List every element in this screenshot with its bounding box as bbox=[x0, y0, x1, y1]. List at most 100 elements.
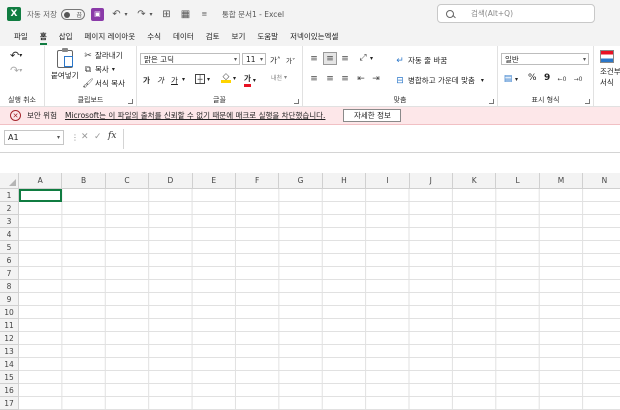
border-button[interactable]: ┼ ▾ bbox=[195, 74, 210, 84]
row-header-7[interactable]: 7 bbox=[0, 267, 19, 280]
row-header-4[interactable]: 4 bbox=[0, 228, 19, 241]
tab-9[interactable]: 저넥이있는엑셀 bbox=[284, 30, 344, 46]
customize-toolbar-icon[interactable]: ≡ bbox=[198, 8, 211, 21]
undo-dropdown-icon[interactable]: ▾ bbox=[123, 8, 129, 21]
fill-color-button[interactable]: ◇ ▾ bbox=[221, 72, 236, 83]
row-header-10[interactable]: 10 bbox=[0, 306, 19, 319]
alignment-launcher-icon[interactable] bbox=[489, 99, 494, 104]
conditional-formatting-button[interactable]: 조건부 서식 bbox=[600, 50, 620, 88]
column-header-i[interactable]: I bbox=[366, 173, 410, 189]
shrink-font-button[interactable]: 가˅ bbox=[286, 55, 295, 65]
merge-center-button[interactable]: ⊟ 병합하고 가운데 맞춤 ▾ bbox=[395, 75, 484, 86]
tab-3[interactable]: 페이지 레이아웃 bbox=[79, 30, 142, 46]
decrease-indent-button[interactable]: ⇤ bbox=[356, 74, 366, 84]
bold-button[interactable]: 가 bbox=[143, 75, 150, 86]
grow-font-button[interactable]: 가˄ bbox=[270, 55, 281, 66]
insert-function-button[interactable]: fx bbox=[108, 131, 116, 141]
redo-button[interactable]: ↷ ▾ bbox=[10, 64, 22, 77]
select-all-corner[interactable] bbox=[0, 173, 19, 189]
row-header-9[interactable]: 9 bbox=[0, 293, 19, 306]
underline-button[interactable]: 가 bbox=[171, 75, 178, 86]
comma-style-button[interactable]: 9 bbox=[544, 73, 550, 83]
row-header-2[interactable]: 2 bbox=[0, 202, 19, 215]
security-warning-message[interactable]: Microsoft는 이 파일의 출처를 신뢰할 수 없기 때문에 매크로 실행… bbox=[65, 110, 325, 121]
column-header-f[interactable]: F bbox=[236, 173, 280, 189]
check-icon[interactable]: ✓ bbox=[94, 132, 102, 142]
column-header-g[interactable]: G bbox=[279, 173, 323, 189]
format-painter-button[interactable]: 🖌 서식 복사 bbox=[82, 78, 125, 89]
align-bottom-button[interactable]: ≡ bbox=[340, 54, 350, 64]
tab-0[interactable]: 파일 bbox=[8, 30, 34, 46]
column-header-k[interactable]: K bbox=[453, 173, 497, 189]
row-header-12[interactable]: 12 bbox=[0, 332, 19, 345]
cancel-icon[interactable]: ✕ bbox=[81, 132, 89, 142]
learn-more-button[interactable]: 자세한 정보 bbox=[343, 109, 402, 122]
align-left-button[interactable]: ≡ bbox=[309, 74, 319, 84]
row-header-5[interactable]: 5 bbox=[0, 241, 19, 254]
column-header-e[interactable]: E bbox=[192, 173, 236, 189]
number-launcher-icon[interactable] bbox=[585, 99, 590, 104]
column-header-a[interactable]: A bbox=[19, 173, 63, 189]
column-header-h[interactable]: H bbox=[322, 173, 367, 189]
row-header-17[interactable]: 17 bbox=[0, 397, 19, 410]
tab-7[interactable]: 보기 bbox=[226, 30, 252, 46]
formula-input[interactable] bbox=[123, 129, 620, 149]
column-header-l[interactable]: L bbox=[496, 173, 540, 189]
tab-2[interactable]: 삽입 bbox=[53, 30, 79, 46]
column-header-n[interactable]: N bbox=[583, 173, 620, 189]
font-color-button[interactable]: 가 ▾ bbox=[244, 73, 256, 87]
selected-cell-a1[interactable] bbox=[19, 189, 62, 202]
row-header-3[interactable]: 3 bbox=[0, 215, 19, 228]
column-header-j[interactable]: J bbox=[409, 173, 453, 189]
row-header-8[interactable]: 8 bbox=[0, 280, 19, 293]
cell-area[interactable] bbox=[19, 189, 620, 410]
font-size-select[interactable]: 11 ▾ bbox=[242, 53, 266, 65]
column-header-c[interactable]: C bbox=[105, 173, 150, 189]
table-icon[interactable]: ▦ bbox=[179, 8, 192, 21]
tab-4[interactable]: 수식 bbox=[141, 30, 167, 46]
align-right-button[interactable]: ≡ bbox=[340, 74, 350, 84]
tab-1[interactable]: 홈 bbox=[34, 30, 53, 46]
wrap-text-button[interactable]: ↵ 자동 줄 바꿈 bbox=[395, 55, 447, 66]
redo-dropdown-icon[interactable]: ▾ bbox=[148, 8, 154, 21]
number-format-select[interactable]: 일반 ▾ bbox=[501, 53, 589, 65]
name-box[interactable]: A1 ▾ bbox=[4, 130, 64, 145]
cut-button[interactable]: ✂ 잘라내기 bbox=[83, 50, 122, 61]
row-header-16[interactable]: 16 bbox=[0, 384, 19, 397]
save-icon[interactable]: ▣ bbox=[90, 7, 104, 21]
copy-button[interactable]: ⧉ 복사 ▾ bbox=[83, 64, 115, 75]
increase-decimal-button[interactable]: ←0 bbox=[557, 74, 567, 84]
row-header-13[interactable]: 13 bbox=[0, 345, 19, 358]
row-header-15[interactable]: 15 bbox=[0, 371, 19, 384]
row-header-11[interactable]: 11 bbox=[0, 319, 19, 332]
tab-5[interactable]: 데이터 bbox=[167, 30, 200, 46]
row-header-14[interactable]: 14 bbox=[0, 358, 19, 371]
align-center-button[interactable]: ≡ bbox=[325, 74, 335, 84]
row-header-6[interactable]: 6 bbox=[0, 254, 19, 267]
increase-indent-button[interactable]: ⇥ bbox=[371, 74, 381, 84]
column-header-d[interactable]: D bbox=[149, 173, 193, 189]
autosave-toggle[interactable]: 끔 bbox=[60, 8, 85, 20]
orientation-button[interactable]: ⤢ ▾ bbox=[358, 53, 373, 63]
accounting-format-button[interactable]: ▤ ▾ bbox=[503, 74, 518, 84]
row-header-1[interactable]: 1 bbox=[0, 189, 19, 202]
phonetic-button[interactable]: 내천 ▾ bbox=[271, 73, 287, 82]
italic-button[interactable]: 가 bbox=[157, 75, 164, 86]
underline-dropdown-icon[interactable]: ▾ bbox=[182, 76, 185, 83]
redo-icon[interactable]: ↷ bbox=[135, 8, 148, 21]
paste-button[interactable]: 붙여넣기 bbox=[51, 48, 79, 81]
align-top-button[interactable]: ≡ bbox=[309, 54, 319, 64]
column-header-b[interactable]: B bbox=[62, 173, 106, 189]
search-input[interactable]: 검색(Alt+Q) bbox=[437, 4, 595, 23]
font-name-select[interactable]: 맑은 고딕 ▾ bbox=[140, 53, 240, 65]
align-middle-button[interactable]: ≡ bbox=[323, 52, 337, 65]
percent-button[interactable]: % bbox=[528, 73, 537, 83]
decrease-decimal-button[interactable]: →0 bbox=[573, 74, 583, 84]
undo-icon[interactable]: ↶ bbox=[110, 8, 123, 21]
clipboard-launcher-icon[interactable] bbox=[128, 99, 133, 104]
font-launcher-icon[interactable] bbox=[294, 99, 299, 104]
tab-8[interactable]: 도움말 bbox=[251, 30, 284, 46]
undo-button[interactable]: ↶ ▾ bbox=[10, 49, 22, 62]
tab-6[interactable]: 검토 bbox=[200, 30, 226, 46]
form-icon[interactable]: ⊞ bbox=[160, 8, 173, 21]
